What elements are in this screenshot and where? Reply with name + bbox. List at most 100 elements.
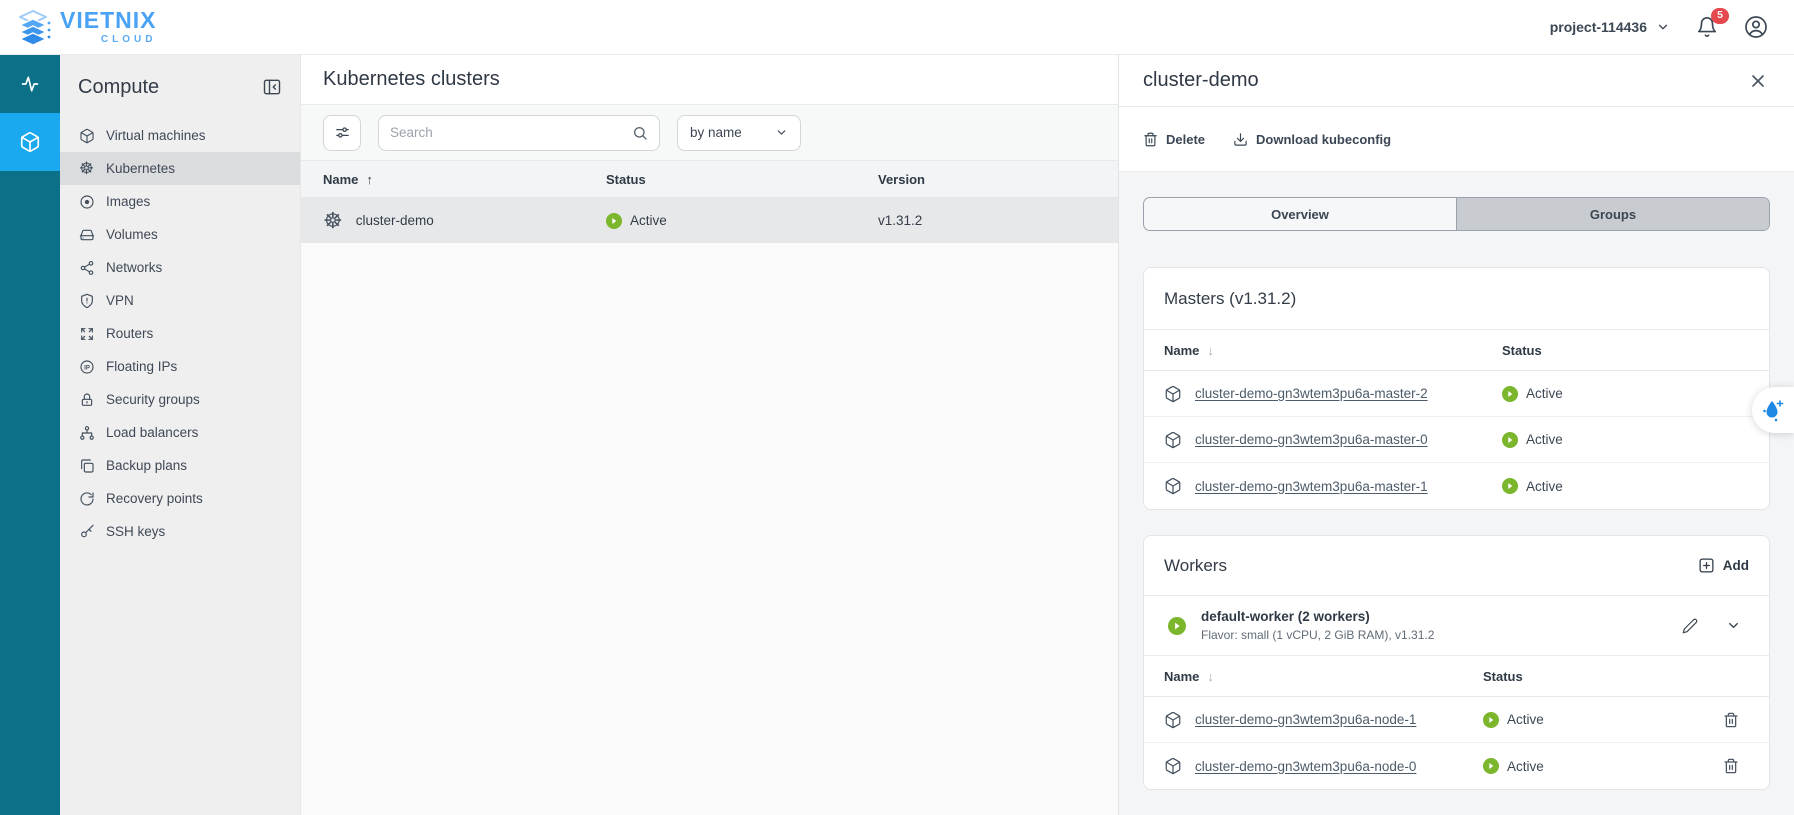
sidebar-item-backup-plans[interactable]: Backup plans: [60, 449, 300, 482]
status-badge: Active: [1526, 479, 1563, 494]
download-kubeconfig-button[interactable]: Download kubeconfig: [1233, 132, 1391, 147]
sidebar-item-label: Backup plans: [106, 458, 187, 473]
hard-drive-icon: [78, 226, 95, 243]
status-active-icon: [1483, 712, 1499, 728]
network-nodes-icon: [78, 259, 95, 276]
masters-title: Masters (v1.31.2): [1144, 268, 1769, 330]
search-icon[interactable]: [632, 125, 648, 141]
workers-table-header: Name ↓ Status: [1144, 656, 1769, 697]
master-node-row: cluster-demo-gn3wtem3pu6a-master-1 Activ…: [1144, 463, 1769, 509]
status-badge: Active: [1526, 386, 1563, 401]
delete-cluster-button[interactable]: Delete: [1143, 132, 1205, 147]
chevron-down-icon: [775, 126, 788, 139]
project-selector-label: project-114436: [1550, 19, 1647, 35]
sidebar-item-networks[interactable]: Networks: [60, 251, 300, 284]
workers-title: Workers: [1164, 556, 1227, 576]
delete-node-button[interactable]: [1723, 712, 1769, 728]
sidebar-item-label: Security groups: [106, 392, 200, 407]
notifications-button[interactable]: 5: [1696, 16, 1718, 38]
vietnix-logo[interactable]: VIETNIX CLOUD: [12, 7, 156, 47]
compute-sidebar: Compute Virtual machines ☸ Kubernetes Im…: [60, 55, 300, 815]
workers-card: Workers Add default-worker (2 workers) F…: [1143, 535, 1770, 790]
sidebar-item-label: VPN: [106, 293, 134, 308]
sidebar-item-label: Networks: [106, 260, 162, 275]
cluster-name: cluster-demo: [356, 213, 434, 228]
project-selector[interactable]: project-114436: [1550, 19, 1670, 35]
column-header-name[interactable]: Name: [1164, 669, 1199, 684]
sidebar-item-security-groups[interactable]: Security groups: [60, 383, 300, 416]
collapse-sidebar-icon[interactable]: [262, 77, 282, 97]
master-node-link[interactable]: cluster-demo-gn3wtem3pu6a-master-1: [1195, 479, 1428, 494]
router-icon: [78, 325, 95, 342]
sidebar-item-virtual-machines[interactable]: Virtual machines: [60, 119, 300, 152]
sidebar-item-label: Recovery points: [106, 491, 203, 506]
svg-text:IP: IP: [84, 365, 90, 371]
search-box: [378, 115, 660, 151]
water-drop-icon: [1761, 397, 1785, 423]
sidebar-item-label: Virtual machines: [106, 128, 206, 143]
copy-squares-icon: [78, 457, 95, 474]
sidebar-item-volumes[interactable]: Volumes: [60, 218, 300, 251]
chevron-down-icon[interactable]: [1726, 618, 1741, 633]
delete-label: Delete: [1166, 132, 1205, 147]
sidebar-item-routers[interactable]: Routers: [60, 317, 300, 350]
tab-groups[interactable]: Groups: [1456, 198, 1769, 230]
user-icon: [1744, 15, 1768, 39]
column-header-status[interactable]: Status: [1483, 669, 1523, 684]
status-badge: Active: [630, 213, 667, 228]
sidebar-item-floating-ips[interactable]: IP Floating IPs: [60, 350, 300, 383]
edit-pencil-icon[interactable]: [1682, 618, 1698, 634]
sidebar-item-images[interactable]: Images: [60, 185, 300, 218]
disc-icon: [78, 193, 95, 210]
column-header-name[interactable]: Name: [323, 172, 358, 187]
column-header-version[interactable]: Version: [878, 172, 925, 187]
column-header-status[interactable]: Status: [1502, 343, 1542, 358]
sidebar-item-kubernetes[interactable]: ☸ Kubernetes: [60, 152, 300, 185]
sort-descending-icon: ↓: [1207, 343, 1214, 358]
master-node-link[interactable]: cluster-demo-gn3wtem3pu6a-master-2: [1195, 386, 1428, 401]
sidebar-item-label: SSH keys: [106, 524, 165, 539]
masters-table-header: Name ↓ Status: [1144, 330, 1769, 371]
column-header-status[interactable]: Status: [606, 172, 646, 187]
delete-node-button[interactable]: [1723, 758, 1769, 774]
floating-ip-icon: IP: [78, 358, 95, 375]
sidebar-item-vpn[interactable]: VPN: [60, 284, 300, 317]
rail-item-compute[interactable]: [0, 113, 60, 171]
tab-overview[interactable]: Overview: [1144, 198, 1456, 230]
cluster-details-panel: cluster-demo Delete Download kubeconfig …: [1118, 55, 1794, 815]
sidebar-item-load-balancers[interactable]: Load balancers: [60, 416, 300, 449]
brand-subtitle: CLOUD: [60, 35, 156, 45]
worker-node-link[interactable]: cluster-demo-gn3wtem3pu6a-node-0: [1195, 759, 1416, 774]
add-label: Add: [1723, 558, 1749, 573]
sidebar-item-label: Images: [106, 194, 150, 209]
sidebar-title: Compute: [78, 76, 159, 99]
sidebar-item-ssh-keys[interactable]: SSH keys: [60, 515, 300, 548]
add-worker-group-button[interactable]: Add: [1698, 557, 1749, 574]
account-menu-button[interactable]: [1744, 15, 1768, 39]
master-node-link[interactable]: cluster-demo-gn3wtem3pu6a-master-0: [1195, 432, 1428, 447]
sidebar-item-recovery-points[interactable]: Recovery points: [60, 482, 300, 515]
lock-icon: [78, 391, 95, 408]
kubernetes-wheel-icon: ☸: [78, 160, 95, 177]
load-balancer-icon: [78, 424, 95, 441]
trash-icon: [1143, 132, 1158, 147]
cluster-row-cluster-demo[interactable]: ☸ cluster-demo Active v1.31.2: [301, 198, 1118, 243]
cube-icon: [19, 131, 41, 153]
plus-square-icon: [1698, 557, 1715, 574]
search-input[interactable]: [390, 125, 624, 140]
sort-ascending-icon: ↑: [366, 172, 373, 187]
assistant-widget-button[interactable]: [1752, 387, 1794, 433]
filter-button[interactable]: [323, 115, 361, 151]
close-icon[interactable]: [1748, 71, 1768, 91]
column-header-name[interactable]: Name: [1164, 343, 1199, 358]
worker-node-link[interactable]: cluster-demo-gn3wtem3pu6a-node-1: [1195, 712, 1416, 727]
status-badge: Active: [1507, 712, 1544, 727]
sidebar-item-label: Routers: [106, 326, 153, 341]
sort-by-select[interactable]: by name: [677, 115, 801, 151]
rail-item-monitoring[interactable]: [0, 55, 60, 113]
status-active-icon: [1483, 758, 1499, 774]
cube-icon: [78, 127, 95, 144]
status-active-icon: [1502, 478, 1518, 494]
panel-title: cluster-demo: [1143, 69, 1259, 92]
cube-icon: [1164, 757, 1182, 775]
